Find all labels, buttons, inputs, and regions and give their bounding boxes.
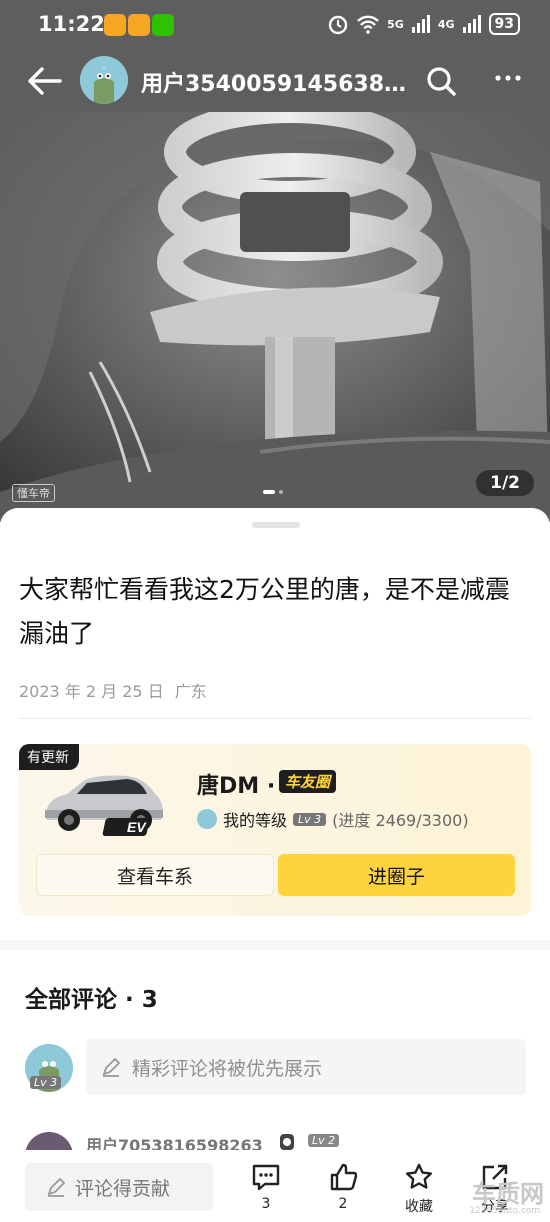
signal-5g-label: 5G	[387, 17, 404, 31]
wifi-icon	[357, 15, 379, 34]
comment-input[interactable]: 精彩评论将被优先展示	[86, 1039, 526, 1095]
post-location: 广东	[174, 682, 207, 701]
favorite-action[interactable]: 收藏	[397, 1162, 441, 1216]
comments-heading: 全部评论 · 3	[25, 987, 158, 1013]
status-time: 11:22	[38, 12, 105, 36]
like-action[interactable]: 2	[321, 1162, 365, 1212]
verified-badge-icon	[280, 1134, 294, 1150]
thumbs-up-icon	[330, 1163, 358, 1191]
my-level-row: 我的等级 Lv 3 (进度 2469/3300)	[197, 807, 469, 831]
title-separator: ·	[266, 774, 276, 799]
post-title: 大家帮忙看看我这2万公里的唐，是不是减震漏油了	[19, 575, 510, 648]
search-icon[interactable]	[425, 65, 457, 97]
pagination-dot	[279, 490, 283, 494]
status-bar: 11:22 5G 4G 93	[0, 0, 550, 50]
photo-watermark: 懂车帝	[12, 484, 55, 502]
my-level-badge: Lv 3	[30, 1076, 62, 1089]
favorite-label: 收藏	[405, 1199, 433, 1215]
car-series-card[interactable]: EV 有更新 唐DM · 车友圈 我的等级 Lv 3 (进度 2469/3300…	[19, 744, 531, 916]
my-level-label: 我的等级	[223, 811, 288, 830]
star-icon	[406, 1163, 432, 1189]
signal-4g-label: 4G	[437, 17, 455, 31]
alarm-icon	[328, 15, 348, 35]
post-date: 2023 年 2 月 25 日	[19, 682, 164, 701]
notification-app-icon	[104, 14, 126, 36]
status-right: 5G 4G 93	[327, 13, 520, 35]
notification-app-icon	[128, 14, 150, 36]
site-logo-watermark: 车质网	[472, 1180, 544, 1208]
post-meta: 2023 年 2 月 25 日 广东	[19, 678, 207, 702]
join-club-button[interactable]: 进圈子	[278, 854, 515, 896]
bottom-action-bar: 评论得贡献 3 2 收藏 分享 车质网 12365auto.com	[0, 1150, 550, 1222]
car-club-tag: 车友圈	[279, 770, 337, 793]
author-avatar[interactable]	[80, 56, 128, 104]
drag-handle[interactable]	[252, 522, 300, 528]
site-url-watermark: 12365auto.com	[469, 1206, 540, 1216]
level-progress: (进度 2469/3300)	[332, 811, 469, 830]
car-series-title: 唐DM	[197, 774, 260, 799]
nav-bar: 用户3540059145638...	[0, 52, 550, 110]
gallery-pagination	[263, 490, 283, 494]
pencil-icon	[47, 1177, 66, 1197]
wechat-icon	[152, 14, 174, 36]
comment-action[interactable]: 3	[244, 1162, 288, 1212]
comment-bubble-icon	[252, 1164, 280, 1191]
more-options-icon[interactable]	[492, 62, 524, 94]
post-sheet: 大家帮忙看看我这2万公里的唐，是不是减震漏油了 2023 年 2 月 25 日 …	[0, 508, 550, 1222]
signal-bars-icon	[411, 15, 430, 33]
divider	[19, 718, 531, 719]
battery-level: 93	[488, 13, 520, 35]
car-series-name: 唐DM ·	[197, 768, 275, 800]
section-separator	[0, 940, 550, 950]
ev-tag: EV	[127, 819, 147, 835]
gallery-counter: 1/2	[476, 470, 534, 496]
write-comment-button[interactable]: 评论得贡献	[25, 1163, 213, 1211]
level-badge: Lv 3	[293, 812, 327, 826]
my-avatar-small	[197, 809, 217, 829]
view-series-button[interactable]: 查看车系	[36, 854, 274, 896]
comment-count: 3	[261, 1196, 271, 1212]
update-badge: 有更新	[19, 744, 79, 770]
photo-gallery[interactable]: 懂车帝 1/2	[0, 112, 550, 522]
shock-absorber-photo	[0, 112, 550, 522]
car-thumbnail: EV	[45, 775, 163, 836]
like-count: 2	[338, 1196, 348, 1212]
contrib-label: 评论得贡献	[75, 1177, 171, 1200]
pencil-icon	[102, 1057, 121, 1077]
signal-bars-icon	[462, 15, 481, 33]
top-bar: 11:22 5G 4G 93 用户3540059145638...	[0, 0, 550, 112]
pagination-dot-active	[263, 490, 275, 494]
author-username[interactable]: 用户3540059145638...	[141, 66, 406, 98]
commenter-level-badge: Lv 2	[308, 1134, 340, 1147]
back-arrow-icon[interactable]	[26, 66, 62, 96]
comment-placeholder: 精彩评论将被优先展示	[132, 1057, 323, 1080]
